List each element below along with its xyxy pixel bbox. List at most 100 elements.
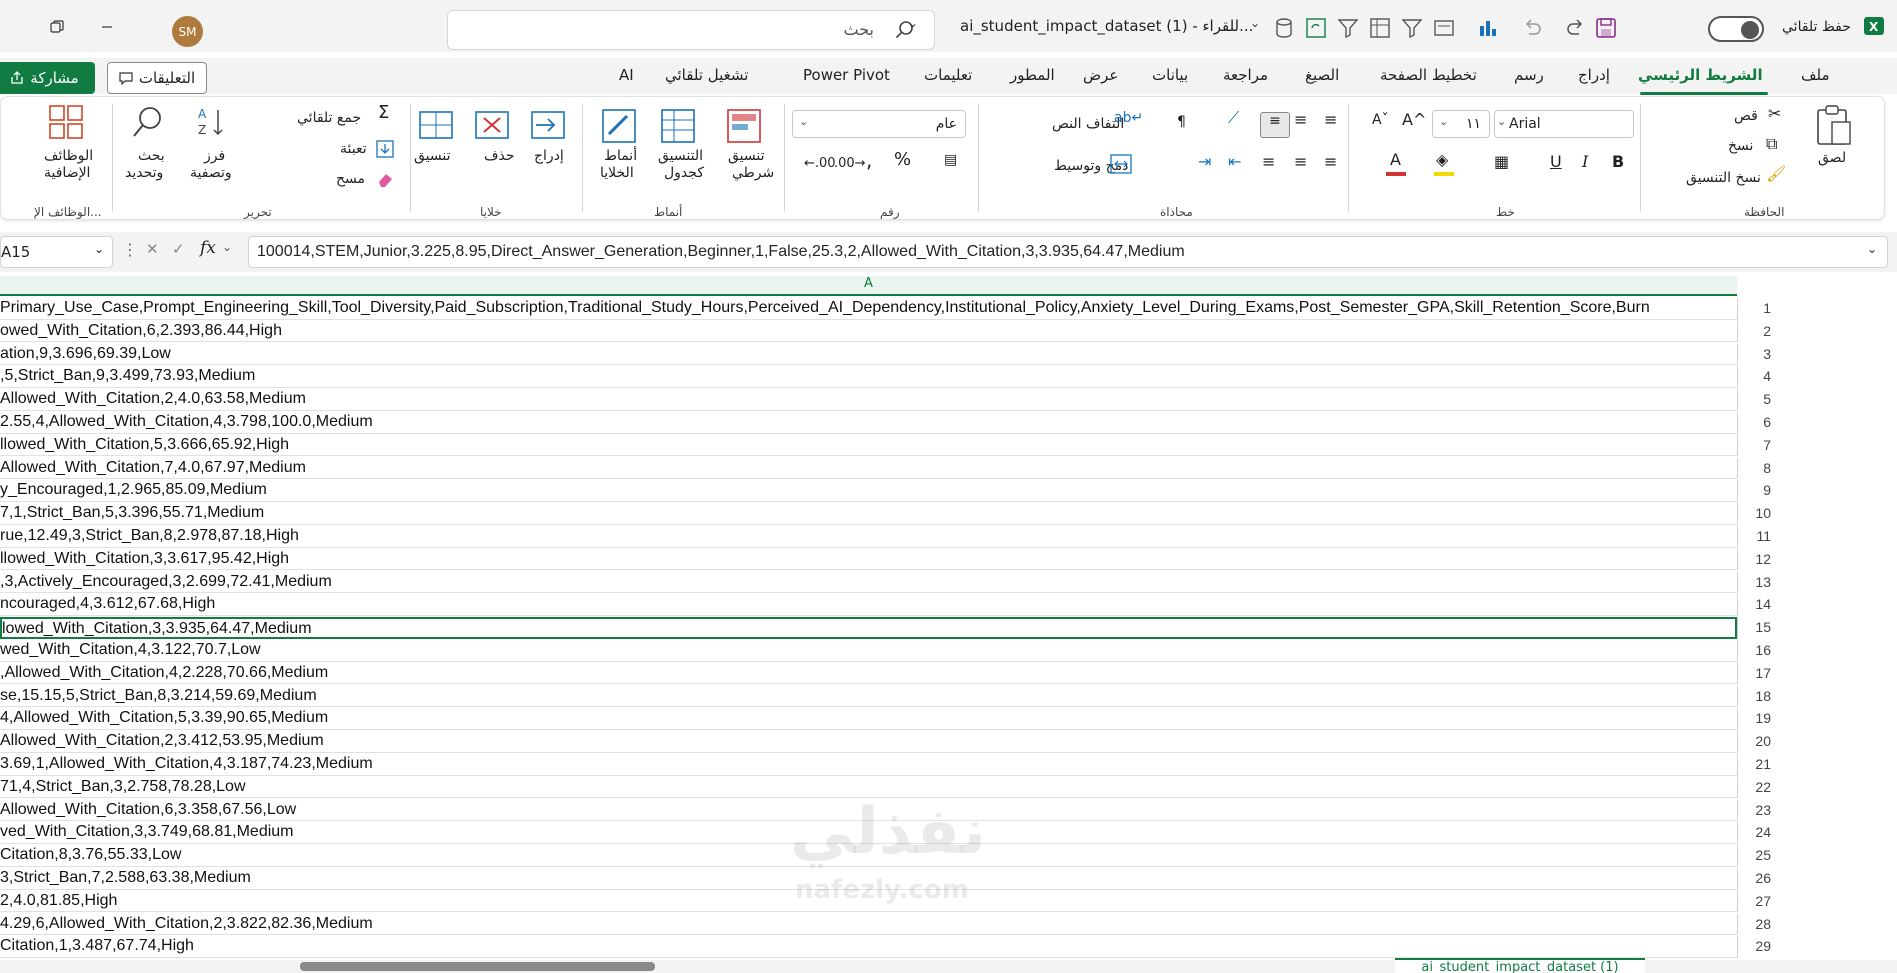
- table-row[interactable]: ,Allowed_With_Citation,4,2.228,70.66,Med…: [0, 663, 1737, 685]
- table-row[interactable]: 7,1,Strict_Ban,5,3.396,55.71,Medium: [0, 503, 1737, 525]
- row-header[interactable]: 6: [1737, 412, 1777, 434]
- increase-font-icon[interactable]: A^: [1402, 112, 1426, 128]
- row-header[interactable]: 8: [1737, 457, 1777, 480]
- cell-styles-line1[interactable]: أنماط: [604, 148, 637, 164]
- align-left-icon[interactable]: ≡: [1262, 154, 1275, 170]
- sort-filter-line1[interactable]: فرز: [204, 148, 225, 164]
- tab-file[interactable]: ملف: [1801, 66, 1830, 84]
- cell-a[interactable]: ncouraged,4,3.612,67.68,High: [0, 595, 215, 613]
- paste-button[interactable]: لصق: [1818, 150, 1846, 166]
- table-row[interactable]: lowed_With_Citation,3,3.935,64.47,Medium: [0, 617, 1737, 639]
- table-row[interactable]: Allowed_With_Citation,7,4.0,67.97,Medium: [0, 458, 1737, 480]
- cell-a[interactable]: ation,9,3.696,69.39,Low: [0, 345, 171, 363]
- cell-a[interactable]: rue,12.49,3,Strict_Ban,8,2.978,87.18,Hig…: [0, 527, 299, 545]
- row-header[interactable]: 27: [1737, 890, 1777, 913]
- font-color-icon[interactable]: A: [1390, 152, 1401, 168]
- more-options-icon[interactable]: ⋮: [122, 240, 138, 259]
- horizontal-scrollbar[interactable]: [300, 962, 655, 971]
- row-header[interactable]: 10: [1737, 503, 1777, 525]
- form-icon[interactable]: [1432, 16, 1456, 40]
- row-header[interactable]: 13: [1737, 571, 1777, 594]
- chevron-down-icon[interactable]: ⌄: [908, 16, 918, 30]
- cell-a[interactable]: 2,4.0,81.85,High: [0, 892, 117, 910]
- row-header[interactable]: 16: [1737, 640, 1777, 662]
- cell-a[interactable]: lowed_With_Citation,3,3.935,64.47,Medium: [2, 620, 312, 637]
- decrease-font-icon[interactable]: Aˇ: [1372, 112, 1389, 128]
- cell-a[interactable]: se,15.15,5,Strict_Ban,8,3.214,59.69,Medi…: [0, 687, 317, 705]
- tab-page-layout[interactable]: تخطيط الصفحة: [1380, 66, 1477, 84]
- confirm-entry-icon[interactable]: ✓: [172, 240, 185, 258]
- cell-a[interactable]: ,5,Strict_Ban,9,3.499,73.93,Medium: [0, 367, 255, 385]
- addins-button-line1[interactable]: الوظائف: [44, 148, 93, 164]
- cell-a[interactable]: ,Allowed_With_Citation,4,2.228,70.66,Med…: [0, 664, 328, 682]
- tab-developer[interactable]: المطور: [1010, 66, 1055, 84]
- cell-a[interactable]: Allowed_With_Citation,6,3.358,67.56,Low: [0, 801, 296, 819]
- column-header-a[interactable]: A: [0, 276, 1737, 296]
- italic-button[interactable]: I: [1582, 154, 1588, 170]
- table-row[interactable]: llowed_With_Citation,5,3.666,65.92,High: [0, 435, 1737, 457]
- comments-button[interactable]: التعليقات: [107, 62, 207, 94]
- cell-styles-line2[interactable]: الخلايا: [600, 165, 634, 181]
- cell-a[interactable]: Allowed_With_Citation,7,4.0,67.97,Medium: [0, 459, 306, 477]
- orientation-icon[interactable]: ⟋: [1228, 110, 1239, 126]
- conditional-format-line2[interactable]: شرطي: [732, 165, 774, 181]
- addins-button-line2[interactable]: الإضافية: [44, 165, 90, 181]
- table-row[interactable]: Allowed_With_Citation,2,3.412,53.95,Medi…: [0, 731, 1737, 753]
- sheet-tab[interactable]: ai_student_impact_dataset (1): [1395, 958, 1645, 973]
- cell-a[interactable]: 2.55,4,Allowed_With_Citation,4,3.798,100…: [0, 413, 373, 431]
- addins-icon[interactable]: [48, 104, 84, 140]
- conditional-format-icon[interactable]: [726, 108, 762, 144]
- delete-button[interactable]: حذف: [484, 148, 515, 164]
- format-table-line1[interactable]: التنسيق: [658, 148, 703, 164]
- align-right-icon[interactable]: ≡: [1324, 154, 1337, 170]
- row-header[interactable]: 15: [1737, 617, 1777, 639]
- sort-filter-icon[interactable]: AZ: [196, 104, 232, 140]
- undo-icon[interactable]: [1520, 16, 1544, 40]
- chart-icon[interactable]: [1476, 16, 1500, 40]
- tab-insert[interactable]: إدراج: [1578, 66, 1610, 84]
- cell-a[interactable]: y_Encouraged,1,2.965,85.09,Medium: [0, 481, 267, 499]
- user-avatar[interactable]: SM: [172, 16, 203, 47]
- number-format-dropdown[interactable]: عام ⌄: [792, 110, 966, 138]
- cell-a[interactable]: 3.69,1,Allowed_With_Citation,4,3.187,74.…: [0, 755, 373, 773]
- clear-button[interactable]: مسح: [336, 171, 365, 187]
- row-header[interactable]: 11: [1737, 526, 1777, 548]
- cell-a[interactable]: Allowed_With_Citation,2,4.0,63.58,Medium: [0, 390, 306, 408]
- cell-a[interactable]: Primary_Use_Case,Prompt_Engineering_Skil…: [0, 299, 1650, 317]
- tab-formulas[interactable]: الصيغ: [1305, 66, 1339, 84]
- autosum-button[interactable]: جمع تلقائي: [297, 110, 361, 126]
- middle-align-button[interactable]: ≡: [1260, 112, 1290, 138]
- fill-color-icon[interactable]: ◈: [1436, 152, 1448, 168]
- cell-a[interactable]: Allowed_With_Citation,2,3.412,53.95,Medi…: [0, 732, 324, 750]
- row-header[interactable]: 25: [1737, 845, 1777, 867]
- outdent-icon[interactable]: ⇤: [1228, 154, 1241, 170]
- indent-icon[interactable]: ⇥: [1198, 154, 1211, 170]
- bottom-align-icon[interactable]: ≡: [1324, 112, 1337, 128]
- row-header[interactable]: 28: [1737, 913, 1777, 936]
- top-align-icon[interactable]: ≡: [1294, 112, 1307, 128]
- tab-power-pivot[interactable]: Power Pivot: [803, 66, 890, 84]
- row-header[interactable]: 14: [1737, 594, 1777, 616]
- cell-a[interactable]: 71,4,Strict_Ban,3,2.758,78.28,Low: [0, 778, 246, 796]
- close-window-button[interactable]: [0, 12, 30, 42]
- cell-a[interactable]: 7,1,Strict_Ban,5,3.396,55.71,Medium: [0, 504, 264, 522]
- underline-button[interactable]: U: [1550, 154, 1562, 170]
- table-row[interactable]: wed_With_Citation,4,3.122,70.7,Low: [0, 640, 1737, 662]
- share-button[interactable]: مشاركة: [0, 62, 95, 94]
- cell-a[interactable]: Citation,1,3.487,67.74,High: [0, 937, 194, 955]
- table-row[interactable]: Allowed_With_Citation,2,4.0,63.58,Medium: [0, 389, 1737, 411]
- cell-a[interactable]: llowed_With_Citation,5,3.666,65.92,High: [0, 436, 289, 454]
- copy-button[interactable]: نسخ: [1728, 138, 1753, 154]
- table-row[interactable]: ation,9,3.696,69.39,Low: [0, 344, 1737, 366]
- format-cells-icon[interactable]: [418, 110, 454, 140]
- comma-style-icon[interactable]: ,: [866, 150, 872, 170]
- format-button[interactable]: تنسيق: [414, 148, 451, 164]
- percent-icon[interactable]: %: [894, 151, 911, 169]
- format-painter-button[interactable]: نسخ التنسيق: [1686, 170, 1761, 186]
- search-input[interactable]: بحث: [447, 10, 935, 50]
- tab-review[interactable]: مراجعة: [1223, 66, 1268, 84]
- table-row[interactable]: rue,12.49,3,Strict_Ban,8,2.978,87.18,Hig…: [0, 526, 1737, 548]
- row-header[interactable]: 22: [1737, 776, 1777, 799]
- row-header[interactable]: 12: [1737, 548, 1777, 571]
- conditional-format-line1[interactable]: تنسيق: [728, 148, 765, 164]
